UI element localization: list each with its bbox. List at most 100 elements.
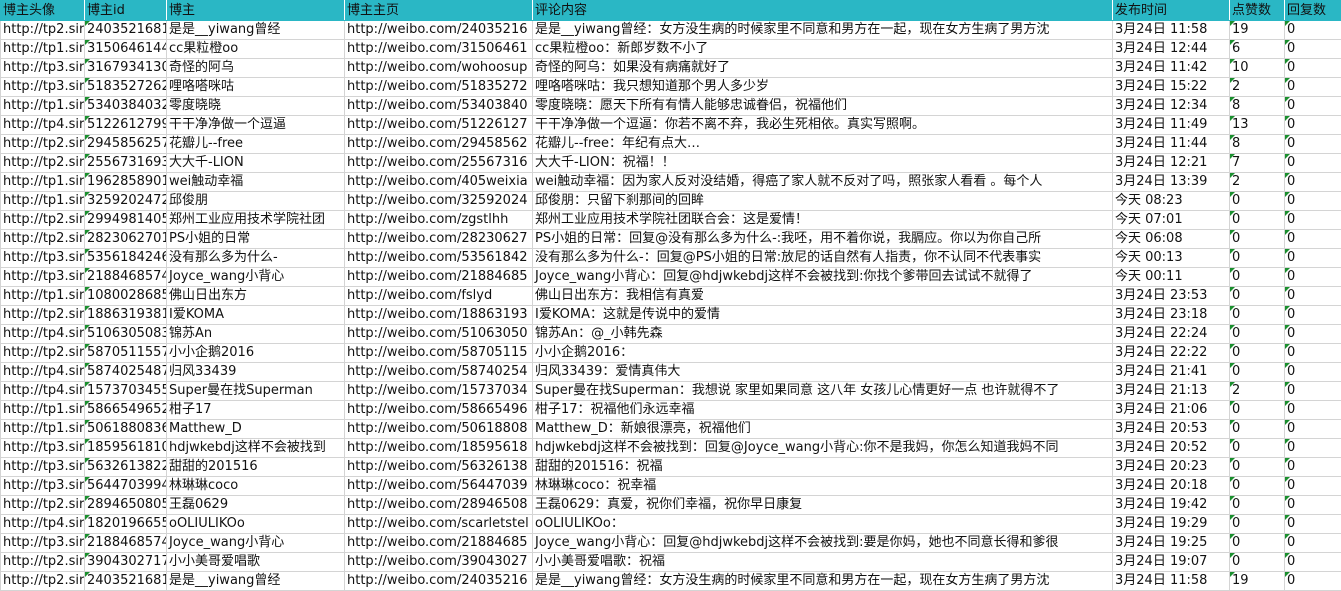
cell-comment[interactable]: 干干净净做一个逗逼：你若不离不弃，我必生死相依。真实写照啊。 bbox=[532, 115, 1113, 135]
cell-publish-time[interactable]: 今天 08:23 bbox=[1112, 191, 1230, 211]
table-row[interactable]: http://tp1.sir 5061880836 Matthew_D http://… bbox=[0, 419, 1341, 439]
cell-blogger-id[interactable]: 1080028685 bbox=[84, 286, 167, 306]
cell-blogger-id[interactable]: 2403521681 bbox=[84, 20, 167, 40]
cell-blogger-id[interactable]: 1886319381 bbox=[84, 305, 167, 325]
table-row[interactable]: http://tp2.sir 5870511557 小小企鹅2016 http://w… bbox=[0, 343, 1341, 363]
cell-blogger-id[interactable]: 3167934130 bbox=[84, 58, 167, 78]
table-row[interactable]: http://tp4.sir 5122612799 干干净净做一个逗逼 http://… bbox=[0, 115, 1341, 135]
cell-blogger-id[interactable]: 5122612799 bbox=[84, 115, 167, 135]
cell-blogger-id[interactable]: 1962858901 bbox=[84, 172, 167, 192]
cell-homepage-url[interactable]: http://weibo.com/58705115 bbox=[344, 343, 533, 363]
cell-publish-time[interactable]: 3月24日 15:22 bbox=[1112, 77, 1230, 97]
cell-avatar-url[interactable]: http://tp1.sir bbox=[0, 172, 85, 192]
cell-publish-time[interactable]: 3月24日 13:39 bbox=[1112, 172, 1230, 192]
cell-comment[interactable]: Super曼在找Superman：我想说 家里如果同意 这八年 女孩儿心情更好一… bbox=[532, 381, 1113, 401]
cell-likes[interactable]: 0 bbox=[1229, 324, 1285, 344]
cell-comment[interactable]: cc果粒橙oo：新郎岁数不小了 bbox=[532, 39, 1113, 59]
cell-blogger-name[interactable]: hdjwkebdj这样不会被找到 bbox=[166, 438, 345, 458]
cell-blogger-id[interactable]: 5061880836 bbox=[84, 419, 167, 439]
cell-homepage-url[interactable]: http://weibo.com/39043027 bbox=[344, 552, 533, 572]
cell-publish-time[interactable]: 3月24日 11:44 bbox=[1112, 134, 1230, 154]
cell-avatar-url[interactable]: http://tp4.sir bbox=[0, 115, 85, 135]
cell-likes[interactable]: 10 bbox=[1229, 58, 1285, 78]
cell-blogger-id[interactable]: 2403521681 bbox=[84, 571, 167, 591]
column-header-publish-time[interactable]: 发布时间 bbox=[1112, 0, 1230, 21]
cell-blogger-id[interactable]: 5340384032 bbox=[84, 96, 167, 116]
cell-likes[interactable]: 0 bbox=[1229, 286, 1285, 306]
cell-replies[interactable]: 0 bbox=[1284, 419, 1341, 439]
cell-likes[interactable]: 0 bbox=[1229, 400, 1285, 420]
cell-homepage-url[interactable]: http://weibo.com/51835272 bbox=[344, 77, 533, 97]
cell-publish-time[interactable]: 今天 00:13 bbox=[1112, 248, 1230, 268]
column-header-blogger-id[interactable]: 博主id bbox=[84, 0, 167, 21]
cell-blogger-name[interactable]: 小小美哥爱唱歌 bbox=[166, 552, 345, 572]
cell-homepage-url[interactable]: http://weibo.com/32592024 bbox=[344, 191, 533, 211]
cell-homepage-url[interactable]: http://weibo.com/fslyd bbox=[344, 286, 533, 306]
cell-replies[interactable]: 0 bbox=[1284, 362, 1341, 382]
cell-blogger-id[interactable]: 5874025487 bbox=[84, 362, 167, 382]
cell-blogger-name[interactable]: 佛山日出东方 bbox=[166, 286, 345, 306]
cell-publish-time[interactable]: 3月24日 12:44 bbox=[1112, 39, 1230, 59]
cell-avatar-url[interactable]: http://tp2.sir bbox=[0, 305, 85, 325]
cell-blogger-name[interactable]: 柑子17 bbox=[166, 400, 345, 420]
cell-replies[interactable]: 0 bbox=[1284, 400, 1341, 420]
table-row[interactable]: http://tp3.sir 5183527262 哩咯嗒咪咕 http://weib… bbox=[0, 77, 1341, 97]
cell-avatar-url[interactable]: http://tp4.sir bbox=[0, 514, 85, 534]
cell-replies[interactable]: 0 bbox=[1284, 58, 1341, 78]
cell-publish-time[interactable]: 3月24日 11:49 bbox=[1112, 115, 1230, 135]
cell-blogger-name[interactable]: 是是__yiwang曾经 bbox=[166, 20, 345, 40]
table-row[interactable]: http://tp3.sir 5632613822 甜甜的201516 http://… bbox=[0, 457, 1341, 477]
cell-avatar-url[interactable]: http://tp3.sir bbox=[0, 77, 85, 97]
cell-blogger-id[interactable]: 5183527262 bbox=[84, 77, 167, 97]
table-row[interactable]: http://tp4.sir 1820196655 oOLIULIKOo http:/… bbox=[0, 514, 1341, 534]
cell-comment[interactable]: 王磊0629：真爱，祝你们幸福，祝你早日康复 bbox=[532, 495, 1113, 515]
table-row[interactable]: http://tp1.sir 3150646144 cc果粒橙oo http://we… bbox=[0, 39, 1341, 59]
cell-likes[interactable]: 0 bbox=[1229, 191, 1285, 211]
cell-likes[interactable]: 0 bbox=[1229, 419, 1285, 439]
cell-homepage-url[interactable]: http://weibo.com/29458562 bbox=[344, 134, 533, 154]
cell-likes[interactable]: 7 bbox=[1229, 153, 1285, 173]
cell-homepage-url[interactable]: http://weibo.com/50618808 bbox=[344, 419, 533, 439]
cell-comment[interactable]: 没有那么多为什么-：回复@PS小姐的日常:放尼的话自然有人指责，你不认同不代表事… bbox=[532, 248, 1113, 268]
cell-replies[interactable]: 0 bbox=[1284, 191, 1341, 211]
cell-likes[interactable]: 0 bbox=[1229, 267, 1285, 287]
cell-homepage-url[interactable]: http://weibo.com/25567316 bbox=[344, 153, 533, 173]
cell-blogger-name[interactable]: 王磊0629 bbox=[166, 495, 345, 515]
cell-comment[interactable]: I爱KOMA：这就是传说中的爱情 bbox=[532, 305, 1113, 325]
cell-homepage-url[interactable]: http://weibo.com/24035216 bbox=[344, 571, 533, 591]
cell-replies[interactable]: 0 bbox=[1284, 343, 1341, 363]
cell-blogger-id[interactable]: 2556731693 bbox=[84, 153, 167, 173]
cell-blogger-id[interactable]: 1859561810 bbox=[84, 438, 167, 458]
cell-homepage-url[interactable]: http://weibo.com/24035216 bbox=[344, 20, 533, 40]
cell-avatar-url[interactable]: http://tp3.sir bbox=[0, 58, 85, 78]
cell-likes[interactable]: 0 bbox=[1229, 533, 1285, 553]
cell-replies[interactable]: 0 bbox=[1284, 495, 1341, 515]
cell-publish-time[interactable]: 3月24日 19:25 bbox=[1112, 533, 1230, 553]
cell-publish-time[interactable]: 3月24日 12:21 bbox=[1112, 153, 1230, 173]
cell-blogger-name[interactable]: oOLIULIKOo bbox=[166, 514, 345, 534]
cell-comment[interactable]: 小小美哥爱唱歌：祝福 bbox=[532, 552, 1113, 572]
cell-replies[interactable]: 0 bbox=[1284, 324, 1341, 344]
cell-likes[interactable]: 8 bbox=[1229, 134, 1285, 154]
cell-comment[interactable]: 哩咯嗒咪咕：我只想知道那个男人多少岁 bbox=[532, 77, 1113, 97]
cell-avatar-url[interactable]: http://tp4.sir bbox=[0, 381, 85, 401]
cell-replies[interactable]: 0 bbox=[1284, 381, 1341, 401]
table-row[interactable]: http://tp4.sir 5874025487 归风33439 http://we… bbox=[0, 362, 1341, 382]
cell-replies[interactable]: 0 bbox=[1284, 153, 1341, 173]
cell-homepage-url[interactable]: http://weibo.com/15737034 bbox=[344, 381, 533, 401]
cell-publish-time[interactable]: 3月24日 20:18 bbox=[1112, 476, 1230, 496]
cell-blogger-name[interactable]: 大大千-LION bbox=[166, 153, 345, 173]
cell-blogger-id[interactable]: 5106305083 bbox=[84, 324, 167, 344]
cell-homepage-url[interactable]: http://weibo.com/51226127 bbox=[344, 115, 533, 135]
cell-blogger-id[interactable]: 5644703994 bbox=[84, 476, 167, 496]
cell-avatar-url[interactable]: http://tp3.sir bbox=[0, 248, 85, 268]
cell-publish-time[interactable]: 3月24日 23:18 bbox=[1112, 305, 1230, 325]
cell-publish-time[interactable]: 3月24日 21:41 bbox=[1112, 362, 1230, 382]
cell-avatar-url[interactable]: http://tp2.sir bbox=[0, 210, 85, 230]
cell-replies[interactable]: 0 bbox=[1284, 172, 1341, 192]
cell-homepage-url[interactable]: http://weibo.com/56326138 bbox=[344, 457, 533, 477]
cell-likes[interactable]: 0 bbox=[1229, 248, 1285, 268]
cell-comment[interactable]: 柑子17：祝福他们永远幸福 bbox=[532, 400, 1113, 420]
cell-avatar-url[interactable]: http://tp1.sir bbox=[0, 286, 85, 306]
cell-blogger-name[interactable]: 干干净净做一个逗逼 bbox=[166, 115, 345, 135]
